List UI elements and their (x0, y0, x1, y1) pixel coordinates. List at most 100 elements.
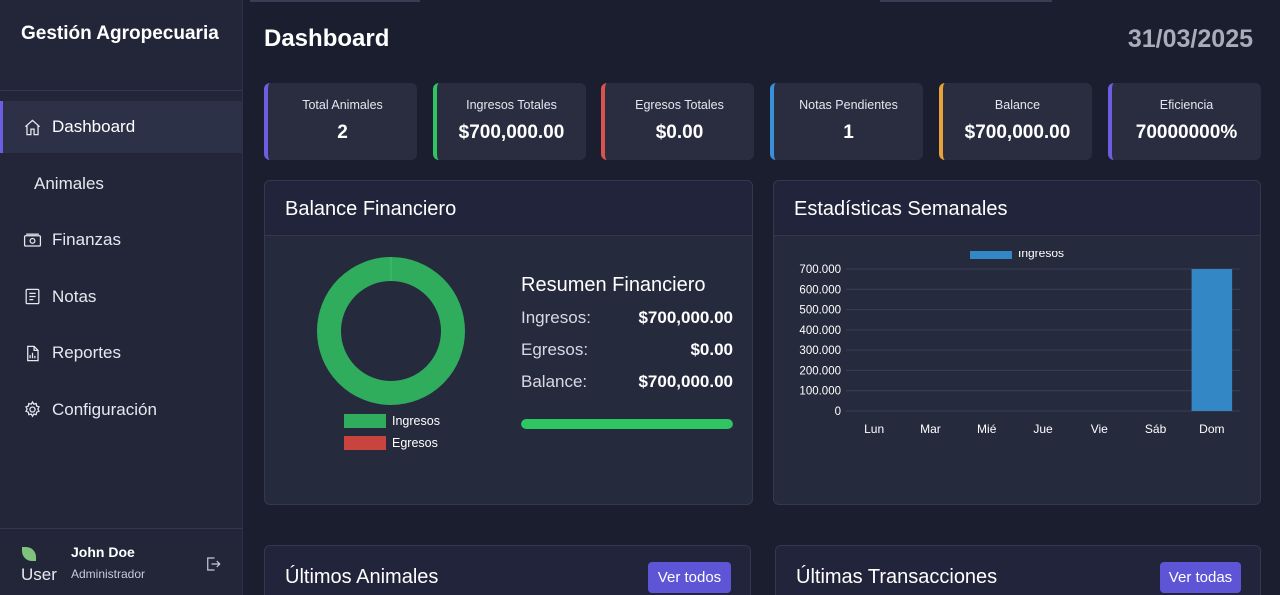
stat-value: $0.00 (655, 122, 704, 143)
view-all-transactions-button[interactable]: Ver todas (1160, 562, 1241, 593)
sidebar-item-label: Configuración (52, 399, 157, 419)
top-scroll-indicator (880, 0, 1052, 2)
user-name: John Doe (71, 544, 135, 560)
progress-fill (521, 419, 733, 429)
logout-button[interactable] (204, 555, 224, 575)
legend-label: Egresos (392, 436, 438, 450)
sidebar-item-label: Animales (34, 173, 104, 193)
panel-header: Estadísticas Semanales (774, 181, 1260, 236)
summary-key: Ingresos: (521, 308, 591, 327)
sidebar-item-finanzas[interactable]: Finanzas (0, 214, 243, 266)
latest-transactions-panel: Últimas Transacciones Ver todas (775, 545, 1261, 595)
stat-card-total-animales: Total Animales 2 (264, 83, 417, 160)
user-profile: User John Doe Administrador (20, 543, 230, 587)
sidebar-item-reportes[interactable]: Reportes (0, 327, 243, 379)
sidebar-item-dashboard[interactable]: Dashboard (0, 101, 243, 153)
panel-header: Últimos Animales Ver todos (265, 546, 750, 595)
y-tick-label: 300.000 (799, 345, 841, 357)
balance-panel: Balance Financiero Ingresos Egresos Resu… (264, 180, 753, 505)
y-tick-label: 600.000 (799, 284, 841, 296)
sidebar-item-notas[interactable]: Notas (0, 271, 243, 323)
stat-value: $700,000.00 (964, 122, 1071, 143)
legend-swatch (344, 414, 386, 428)
summary-key: Balance: (521, 372, 588, 391)
x-tick-label: Mié (977, 422, 997, 436)
y-tick-label: 500.000 (799, 305, 841, 317)
panel-header: Balance Financiero (265, 181, 752, 236)
sidebar-item-label: Reportes (52, 343, 121, 362)
legend-label: Ingresos (1018, 251, 1064, 260)
sidebar-item-animales[interactable]: Animales (0, 158, 243, 210)
panel-title: Últimos Animales (285, 566, 439, 588)
stat-label: Notas Pendientes (799, 98, 898, 112)
stat-label: Eficiencia (1159, 98, 1214, 112)
page-title: Dashboard (264, 25, 390, 52)
summary-key: Egresos: (521, 340, 589, 359)
top-scroll-indicator (250, 0, 420, 2)
stat-value: 1 (843, 122, 854, 143)
sidebar-item-label: Finanzas (52, 230, 121, 249)
gear-icon (22, 400, 42, 420)
legend-swatch (344, 436, 386, 450)
stat-card-balance: Balance $700,000.00 (939, 83, 1092, 160)
donut-slice-ingresos[interactable] (317, 257, 465, 405)
donut-chart (317, 257, 465, 405)
stat-card-notas: Notas Pendientes 1 (770, 83, 923, 160)
balance-progress-bar (521, 419, 733, 429)
y-tick-label: 200.000 (799, 365, 841, 377)
legend-item-ingresos[interactable]: Ingresos (970, 251, 1064, 260)
home-icon (22, 117, 42, 137)
panel-title: Balance Financiero (285, 198, 457, 220)
summary-title: Resumen Financiero (521, 274, 706, 296)
y-tick-label: 100.000 (799, 386, 841, 398)
latest-animals-panel: Últimos Animales Ver todos (264, 545, 751, 595)
divider (0, 90, 243, 91)
legend-item-egresos[interactable]: Egresos (344, 436, 438, 450)
avatar-alt-text: User (21, 565, 57, 584)
summary-value: $0.00 (690, 340, 733, 359)
stat-card-egresos: Egresos Totales $0.00 (601, 83, 754, 160)
stat-card-ingresos: Ingresos Totales $700,000.00 (433, 83, 586, 160)
x-tick-label: Dom (1199, 422, 1224, 436)
summary-value: $700,000.00 (638, 372, 733, 391)
x-tick-label: Mar (920, 422, 941, 436)
summary-value: $700,000.00 (638, 308, 733, 327)
bar-dom[interactable] (1191, 269, 1233, 411)
notes-icon (22, 287, 42, 307)
stat-label: Balance (994, 98, 1041, 112)
panel-title: Estadísticas Semanales (794, 198, 1008, 220)
divider (0, 528, 243, 529)
sidebar-item-configuracion[interactable]: Configuración (0, 384, 243, 436)
brand-title: Gestión Agropecuaria (21, 23, 219, 44)
y-tick-label: 0 (835, 406, 841, 418)
weekly-stats-panel: Estadísticas Semanales Ingresos 0 100.000 2… (773, 180, 1261, 505)
stat-label: Total Animales (302, 98, 383, 112)
legend-item-ingresos[interactable]: Ingresos (344, 414, 440, 428)
x-tick-label: Lun (864, 422, 884, 436)
current-date: 31/03/2025 (1127, 25, 1253, 53)
report-icon (22, 343, 42, 363)
sidebar: Gestión Agropecuaria Dashboard Animales … (0, 0, 243, 595)
stat-label: Ingresos Totales (466, 98, 557, 112)
x-tick-label: Sáb (1145, 422, 1167, 436)
legend-swatch (970, 251, 1012, 259)
user-role: Administrador (71, 567, 146, 581)
logout-icon (207, 557, 221, 571)
legend-label: Ingresos (392, 414, 440, 428)
sidebar-nav: Dashboard Animales Finanzas Notas Report… (0, 101, 243, 440)
stat-label: Egresos Totales (635, 98, 724, 112)
view-all-animals-button[interactable]: Ver todos (648, 562, 731, 593)
stat-card-eficiencia: Eficiencia 70000000% (1108, 83, 1261, 160)
y-tick-label: 700.000 (799, 264, 841, 276)
money-icon (22, 230, 42, 250)
sidebar-item-label: Notas (52, 286, 97, 306)
panel-title: Últimas Transacciones (796, 566, 998, 588)
stat-value: 70000000% (1135, 122, 1238, 143)
broken-image-icon (22, 547, 36, 561)
sidebar-item-label: Dashboard (52, 117, 136, 136)
avatar: User (20, 545, 60, 585)
y-tick-label: 400.000 (799, 325, 841, 337)
weekly-bar-chart: Ingresos 0 100.000 200.000 300.000 400.000 500… (799, 251, 1240, 436)
stat-value: 2 (337, 122, 348, 143)
x-tick-label: Jue (1033, 422, 1053, 436)
